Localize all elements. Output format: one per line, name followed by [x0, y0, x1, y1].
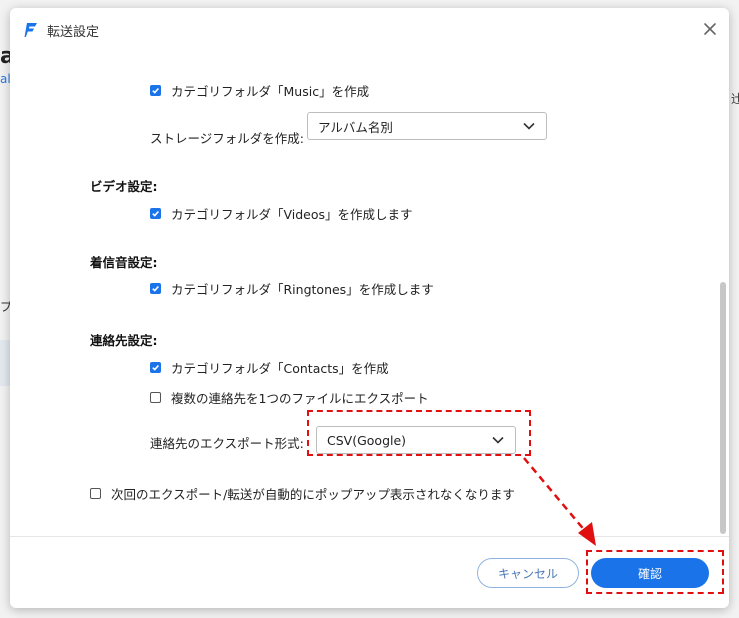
- dialog-titlebar: 転送設定: [10, 8, 729, 52]
- storage-folder-select[interactable]: アルバム名別: [307, 112, 547, 140]
- export-multiple-checkbox[interactable]: 複数の連絡先を1つのファイルにエクスポート: [150, 388, 429, 407]
- contacts-create-folder-checkbox[interactable]: カテゴリフォルダ「Contacts」を作成: [150, 358, 389, 377]
- ringtone-create-folder-label: カテゴリフォルダ「Ringtones」を作成します: [171, 282, 434, 297]
- music-create-folder-checkbox[interactable]: カテゴリフォルダ「Music」を作成: [150, 81, 369, 100]
- checkbox-unchecked-icon[interactable]: [150, 392, 161, 403]
- checkbox-checked-icon[interactable]: [150, 362, 161, 373]
- ringtone-create-folder-checkbox[interactable]: カテゴリフォルダ「Ringtones」を作成します: [150, 279, 434, 298]
- export-format-value: CSV(Google): [327, 432, 407, 448]
- storage-folder-value: アルバム名別: [318, 119, 393, 135]
- chevron-down-icon: [523, 122, 535, 130]
- dialog-content: カテゴリフォルダ「Music」を作成 ストレージフォルダを作成: アルバム名別 …: [10, 52, 729, 544]
- checkbox-unchecked-icon[interactable]: [90, 488, 101, 499]
- background-right-fragment: 辻: [731, 92, 739, 106]
- checkbox-checked-icon[interactable]: [150, 208, 161, 219]
- cancel-button[interactable]: キャンセル: [477, 558, 579, 588]
- export-multiple-label: 複数の連絡先を1つのファイルにエクスポート: [171, 391, 429, 406]
- content-scrollbar[interactable]: [720, 282, 726, 534]
- checkbox-checked-icon[interactable]: [150, 283, 161, 294]
- storage-folder-label: ストレージフォルダを作成:: [150, 131, 304, 146]
- music-create-folder-label: カテゴリフォルダ「Music」を作成: [171, 84, 370, 99]
- app-logo-icon: [24, 23, 37, 37]
- export-format-select[interactable]: CSV(Google): [316, 426, 516, 454]
- close-icon[interactable]: [702, 21, 718, 37]
- no-popup-checkbox[interactable]: 次回のエクスポート/転送が自動的にポップアップ表示されなくなります: [90, 484, 515, 503]
- no-popup-label: 次回のエクスポート/転送が自動的にポップアップ表示されなくなります: [111, 487, 515, 502]
- dialog-title: 転送設定: [47, 25, 100, 40]
- footer-divider: [10, 536, 729, 537]
- ringtone-settings-title: 着信音設定:: [90, 255, 158, 270]
- video-create-folder-checkbox[interactable]: カテゴリフォルダ「Videos」を作成します: [150, 204, 413, 223]
- export-format-label: 連絡先のエクスポート形式:: [150, 436, 304, 451]
- contacts-settings-title: 連絡先設定:: [90, 333, 158, 348]
- chevron-down-icon: [492, 436, 504, 444]
- video-settings-title: ビデオ設定:: [90, 179, 158, 194]
- contacts-create-folder-label: カテゴリフォルダ「Contacts」を作成: [171, 361, 389, 376]
- transfer-settings-dialog: 転送設定 カテゴリフォルダ「Music」を作成 ストレージフォルダを作成: アル…: [10, 8, 729, 608]
- video-create-folder-label: カテゴリフォルダ「Videos」を作成します: [171, 207, 413, 222]
- background-sidebar-highlight: [0, 340, 10, 386]
- checkbox-checked-icon[interactable]: [150, 85, 161, 96]
- confirm-button[interactable]: 確認: [591, 558, 709, 588]
